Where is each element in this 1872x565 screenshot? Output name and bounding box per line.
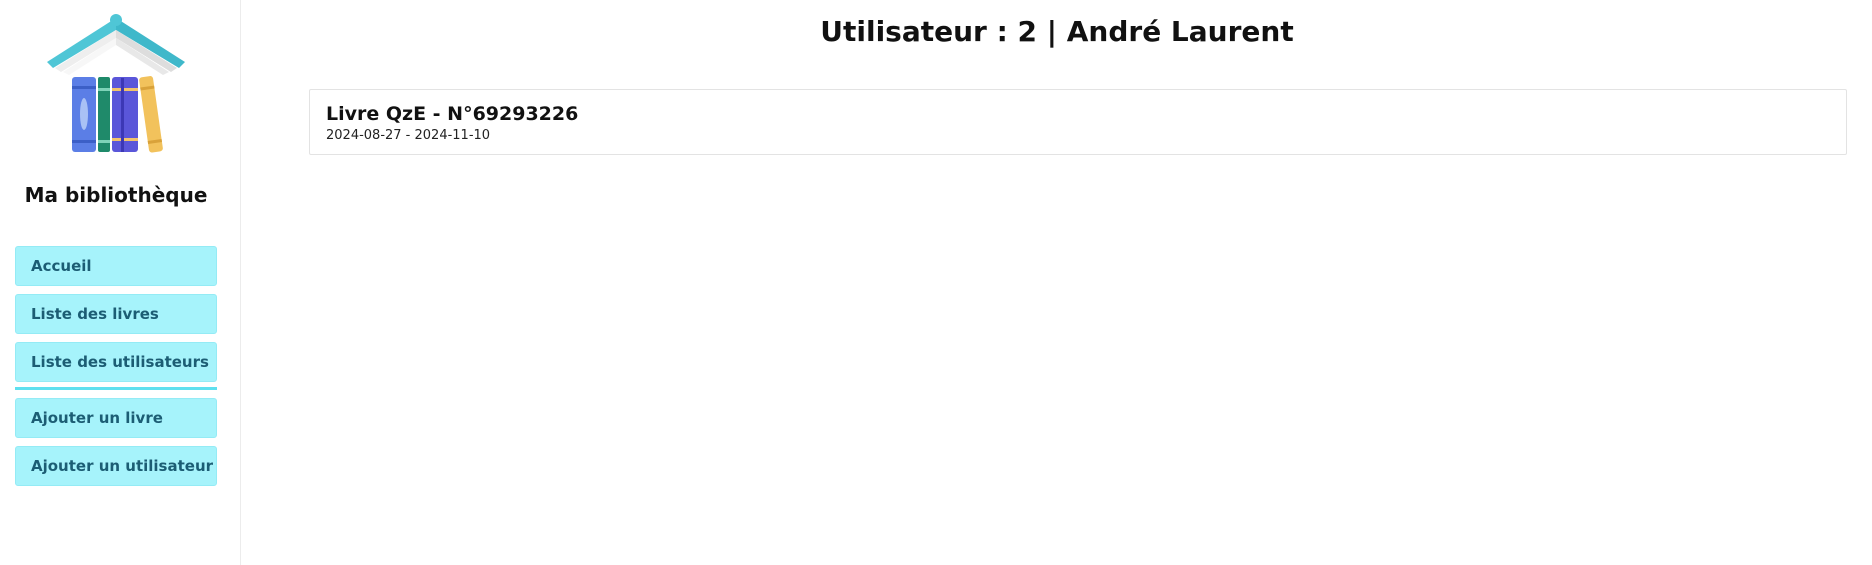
nav-liste-utilisateurs[interactable]: Liste des utilisateurs xyxy=(15,342,217,382)
sidebar: Ma bibliothèque Accueil Liste des livres… xyxy=(0,0,241,565)
app: Ma bibliothèque Accueil Liste des livres… xyxy=(0,0,1872,565)
page-title: Utilisateur : 2 | André Laurent xyxy=(820,15,1294,48)
nav-ajouter-livre[interactable]: Ajouter un livre xyxy=(15,398,217,438)
loan-card[interactable]: Livre QzE - N°69293226 2024-08-27 - 2024… xyxy=(309,89,1847,155)
sidebar-nav: Accueil Liste des livres Liste des utili… xyxy=(15,246,217,494)
loan-dates: 2024-08-27 - 2024-11-10 xyxy=(326,128,491,143)
library-logo-icon xyxy=(47,14,185,153)
loan-title: Livre QzE - N°69293226 xyxy=(326,103,579,125)
nav-accueil[interactable]: Accueil xyxy=(15,246,217,286)
nav-ajouter-utilisateur[interactable]: Ajouter un utilisateur xyxy=(15,446,217,486)
nav-divider xyxy=(15,387,217,390)
main-content: Utilisateur : 2 | André Laurent Livre Qz… xyxy=(242,0,1872,565)
app-brand: Ma bibliothèque xyxy=(24,183,208,207)
nav-liste-livres[interactable]: Liste des livres xyxy=(15,294,217,334)
